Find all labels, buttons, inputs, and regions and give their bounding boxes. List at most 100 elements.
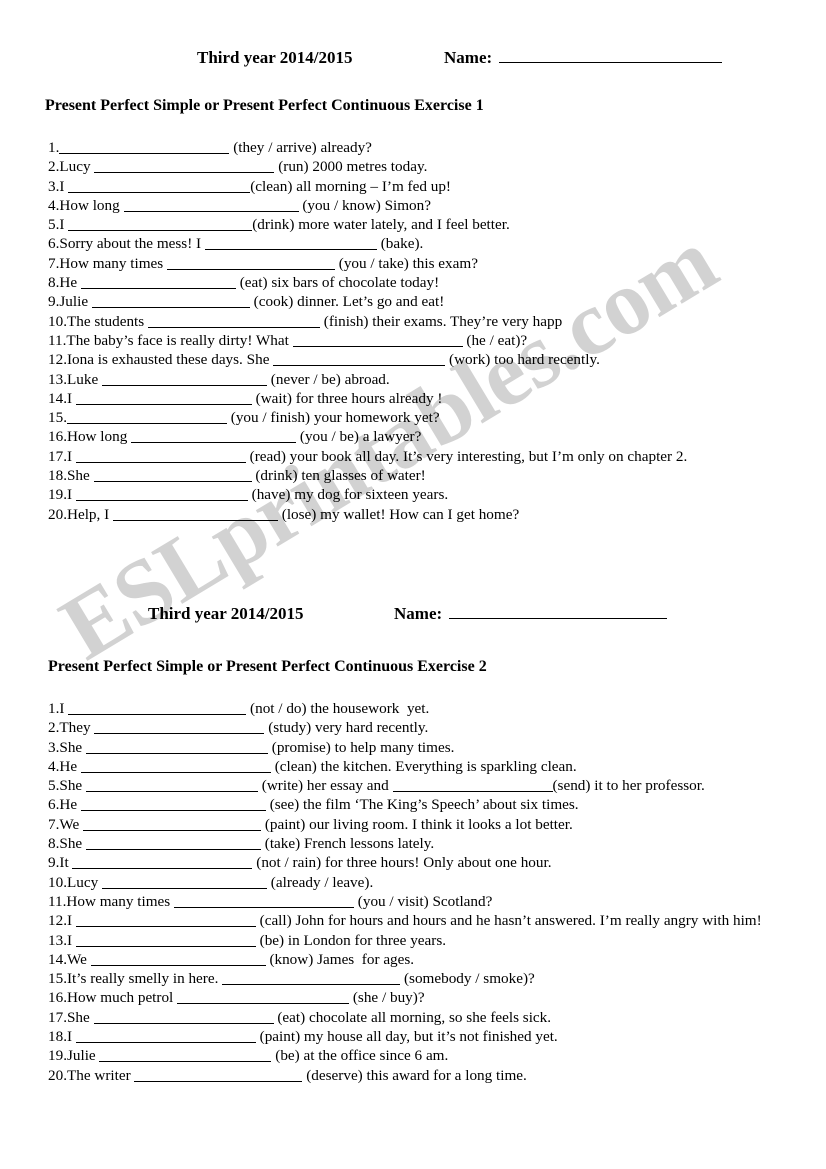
answer-blank[interactable] (75, 1029, 256, 1044)
answer-blank[interactable] (75, 487, 248, 502)
answer-blank[interactable] (85, 740, 268, 754)
question-prompt-suffix: (clean) all morning – I’m fed up! (250, 177, 451, 195)
answer-blank[interactable] (85, 836, 261, 851)
question-line: 3.I (clean) all morning – I’m fed up! (48, 177, 788, 196)
question-number: 1. (48, 700, 60, 717)
answer-blank[interactable] (75, 933, 256, 947)
question-prompt-prefix: How many times (59, 254, 167, 272)
question-line: 1. (they / arrive) already? (48, 138, 788, 157)
question-prompt-suffix: (you / know) Simon? (298, 196, 431, 214)
answer-blank[interactable] (68, 701, 247, 715)
exercise-2-list: 1.I (not / do) the housework yet. 2.They … (48, 699, 788, 1085)
question-prompt-suffix: (not / do) the housework yet. (246, 700, 430, 717)
question-number: 13. (48, 370, 67, 388)
answer-blank[interactable] (131, 429, 297, 444)
answer-blank[interactable] (174, 894, 354, 908)
question-number: 15. (48, 970, 67, 988)
answer-blank[interactable] (80, 759, 271, 773)
question-line: 5.I (drink) more water lately, and I fee… (48, 215, 788, 234)
answer-blank[interactable] (59, 140, 230, 154)
section-1-title: Present Perfect Simple or Present Perfec… (45, 97, 484, 114)
answer-blank[interactable] (222, 971, 401, 986)
answer-blank[interactable] (392, 778, 553, 793)
question-prompt-prefix: She (59, 738, 86, 756)
question-prompt-suffix: (wait) for three hours already ! (251, 389, 443, 407)
answer-blank[interactable] (204, 236, 377, 251)
answer-blank[interactable] (123, 198, 299, 212)
answer-blank[interactable] (80, 797, 266, 812)
answer-blank[interactable] (75, 913, 256, 928)
question-number: 5. (48, 777, 60, 795)
question-prompt-suffix: (see) the film ‘The King’s Speech’ about… (265, 796, 579, 814)
question-prompt-suffix: (eat) chocolate all morning, so she feel… (273, 1008, 552, 1026)
question-prompt-suffix: (drink) more water lately, and I feel be… (252, 216, 510, 234)
question-number: 11. (48, 331, 67, 349)
exercise-1-list: 1. (they / arrive) already? 2.Lucy (run) … (48, 138, 788, 524)
question-line: 6.Sorry about the mess! I (bake). (48, 234, 788, 253)
question-prompt-suffix: (lose) my wallet! How can I get home? (277, 505, 520, 523)
answer-blank[interactable] (90, 952, 266, 966)
answer-blank[interactable] (94, 720, 265, 735)
question-prompt-suffix: (you / take) this exam? (334, 254, 478, 272)
answer-blank[interactable] (83, 817, 262, 831)
answer-blank[interactable] (68, 179, 251, 193)
answer-blank[interactable] (91, 294, 250, 309)
header-1-name-blank[interactable] (499, 48, 723, 63)
question-prompt-prefix: We (59, 815, 84, 833)
answer-blank[interactable] (66, 410, 227, 425)
question-prompt-prefix: It (59, 854, 73, 872)
answer-blank[interactable] (80, 275, 236, 290)
answer-blank[interactable] (93, 468, 252, 483)
answer-blank[interactable] (177, 990, 350, 1005)
answer-blank[interactable] (85, 778, 258, 793)
answer-blank[interactable] (102, 372, 267, 386)
answer-blank[interactable] (102, 875, 267, 889)
question-number: 18. (48, 1028, 67, 1046)
question-number: 20. (48, 505, 67, 523)
answer-blank[interactable] (99, 1048, 272, 1063)
question-line: 16.How long (you / be) a lawyer? (48, 427, 788, 446)
answer-blank[interactable] (134, 1068, 303, 1082)
question-prompt-prefix: I (66, 931, 76, 949)
question-prompt-suffix: (you / visit) Scotland? (354, 892, 493, 910)
answer-blank[interactable] (147, 314, 320, 328)
question-line: 11.How many times (you / visit) Scotland… (48, 892, 788, 911)
question-prompt-prefix: I (59, 216, 69, 234)
question-prompt-prefix: I (66, 447, 76, 465)
question-line: 4.How long (you / know) Simon? (48, 196, 788, 215)
question-prompt-suffix: (drink) ten glasses of water! (251, 467, 426, 485)
header-2-term: Third year 2014/2015 (148, 604, 304, 623)
question-prompt-suffix: (promise) to help many times. (267, 738, 455, 756)
answer-blank[interactable] (72, 855, 253, 870)
header-1-name-label: Name: (444, 48, 493, 67)
question-prompt-suffix: (paint) our living room. I think it look… (261, 815, 573, 833)
answer-blank[interactable] (75, 449, 246, 463)
question-prompt-prefix: He (59, 274, 81, 292)
question-prompt-prefix: I (66, 1028, 76, 1046)
question-line: 2.Lucy (run) 2000 metres today. (48, 157, 788, 176)
question-line: 17.I (read) your book all day. It’s very… (48, 447, 788, 466)
answer-blank[interactable] (166, 256, 335, 270)
answer-blank[interactable] (93, 1010, 274, 1024)
question-prompt-prefix: Luke (66, 370, 102, 388)
question-prompt-prefix: The students (66, 312, 148, 330)
question-line: 15. (you / finish) your homework yet? (48, 408, 788, 427)
answer-blank[interactable] (273, 352, 446, 367)
question-line: 9.Julie (cook) dinner. Let’s go and eat! (48, 292, 788, 311)
question-prompt-suffix: (somebody / smoke)? (400, 970, 535, 988)
answer-blank[interactable] (75, 391, 252, 405)
answer-blank[interactable] (94, 159, 275, 174)
question-number: 14. (48, 950, 67, 968)
question-number: 2. (48, 158, 60, 176)
question-prompt-suffix: (already / leave). (267, 873, 374, 891)
question-line: 13.Luke (never / be) abroad. (48, 370, 788, 389)
header-2-name-blank[interactable] (449, 604, 668, 619)
question-prompt-suffix: (run) 2000 metres today. (274, 158, 428, 176)
answer-blank[interactable] (112, 507, 278, 521)
question-prompt-prefix: We (66, 950, 91, 968)
answer-blank[interactable] (68, 217, 253, 232)
question-prompt-prefix: The baby’s face is really dirty! What (66, 331, 293, 349)
question-prompt-prefix: They (59, 719, 95, 737)
answer-blank[interactable] (292, 333, 463, 347)
question-prompt-suffix: (not / rain) for three hours! Only about… (252, 854, 552, 872)
